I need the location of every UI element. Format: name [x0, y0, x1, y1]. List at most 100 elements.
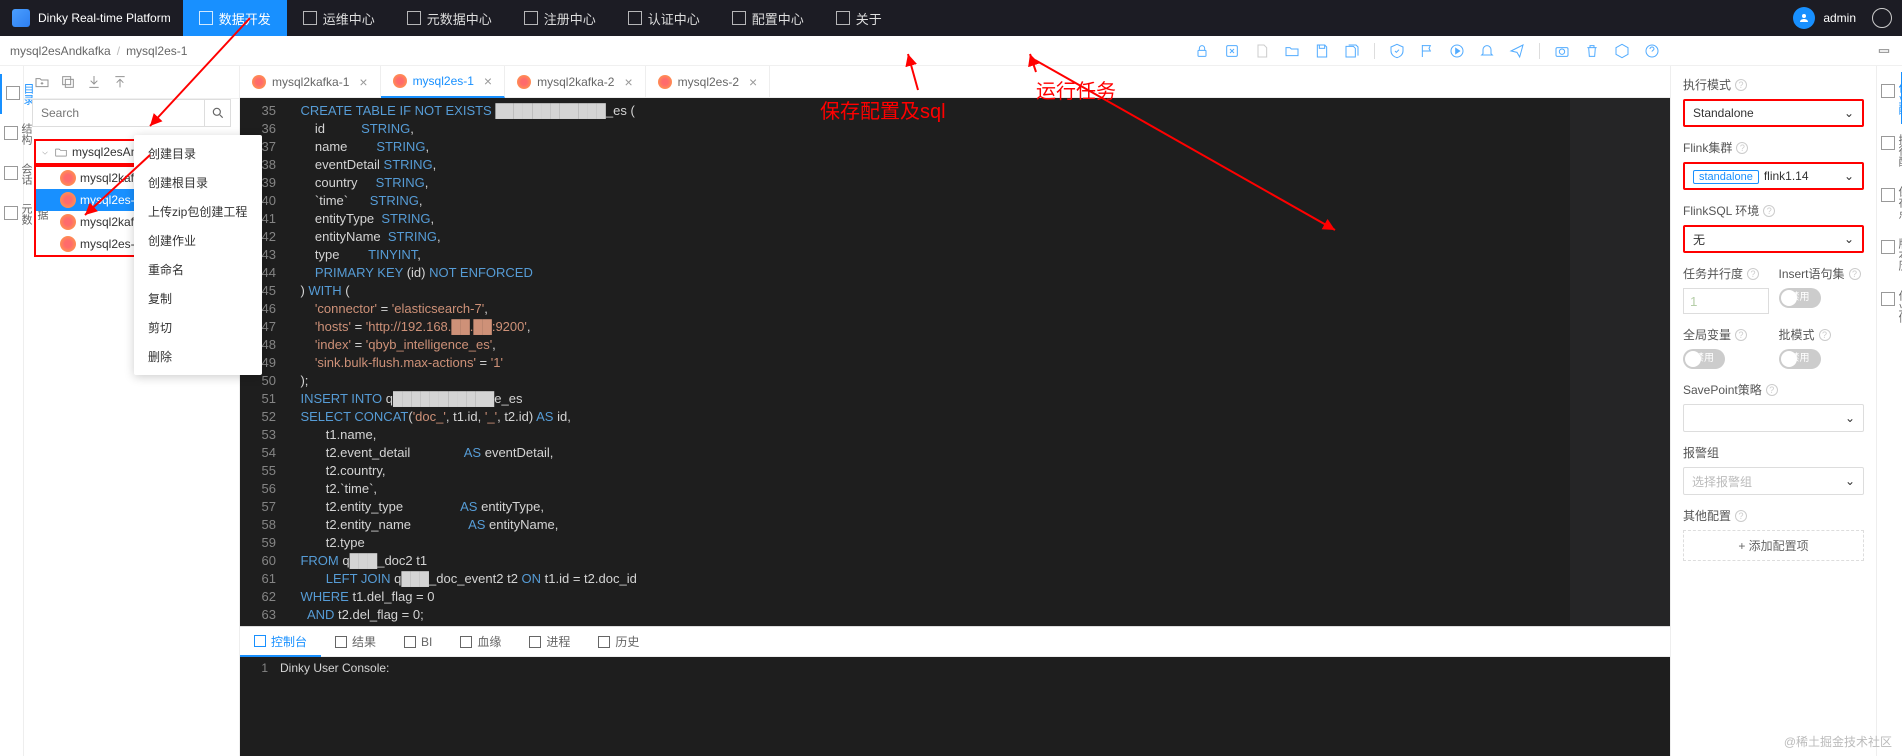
- nav-auth[interactable]: 认证中心: [612, 0, 716, 36]
- flag-icon[interactable]: [1419, 43, 1435, 59]
- right-panel: 执行模式? Standalone⌄ Flink集群? standalonefli…: [1670, 66, 1876, 756]
- rrail-version[interactable]: 版本历史: [1877, 228, 1902, 280]
- lock-icon[interactable]: [1194, 43, 1210, 59]
- help-icon[interactable]: ?: [1766, 384, 1778, 396]
- crumb-root[interactable]: mysql2esAndkafka: [10, 44, 111, 58]
- minimize-icon[interactable]: [1876, 43, 1892, 59]
- console-body[interactable]: 1Dinky User Console:: [240, 657, 1670, 756]
- help-icon[interactable]: ?: [1735, 329, 1747, 341]
- cluster-select[interactable]: standaloneflink1.14⌄: [1683, 162, 1864, 190]
- tab-mysql2es-2[interactable]: mysql2es-2×: [646, 66, 771, 97]
- rail-directory[interactable]: 目录: [0, 74, 24, 114]
- send-icon[interactable]: [1509, 43, 1525, 59]
- folder-open-icon[interactable]: [1284, 43, 1300, 59]
- tab-mysql2es-1[interactable]: mysql2es-1×: [381, 66, 506, 98]
- ctab-console[interactable]: 控制台: [240, 627, 321, 657]
- bell-icon[interactable]: [1479, 43, 1495, 59]
- grid-icon: [524, 11, 538, 25]
- check-icon[interactable]: [1389, 43, 1405, 59]
- main: 目录 结构 会话 元数据 mysql2esAndk mysql2kaf mysq…: [0, 66, 1902, 756]
- nav-registry[interactable]: 注册中心: [508, 0, 612, 36]
- nav-ops[interactable]: 运维中心: [287, 0, 391, 36]
- help-icon[interactable]: ?: [1819, 329, 1831, 341]
- env-select[interactable]: 无⌄: [1683, 225, 1864, 253]
- upload-icon[interactable]: [112, 74, 128, 90]
- code-area[interactable]: CREATE TABLE IF NOT EXISTS ████████████_…: [286, 98, 1570, 626]
- help-icon[interactable]: ?: [1736, 142, 1748, 154]
- help-icon[interactable]: ?: [1747, 268, 1759, 280]
- console-tabs: 控制台 结果 BI 血缘 进程 历史: [240, 627, 1670, 657]
- ctx-create-root[interactable]: 创建根目录: [134, 168, 262, 197]
- crumb-leaf[interactable]: mysql2es-1: [126, 44, 187, 58]
- ctx-create-dir[interactable]: 创建目录: [134, 139, 262, 168]
- rail-metadata[interactable]: 元数据: [0, 194, 24, 234]
- minimap[interactable]: [1570, 98, 1670, 626]
- save-all-icon[interactable]: [1344, 43, 1360, 59]
- session-icon: [4, 166, 18, 180]
- rrail-savepoint[interactable]: 保存点: [1877, 176, 1902, 228]
- help-icon[interactable]: ?: [1735, 510, 1747, 522]
- search-button[interactable]: [204, 99, 231, 127]
- exec-mode-select[interactable]: Standalone⌄: [1683, 99, 1864, 127]
- ctx-upload-zip[interactable]: 上传zip包创建工程: [134, 197, 262, 226]
- close-icon[interactable]: ×: [484, 73, 492, 89]
- rrail-exec-config[interactable]: 执行配置: [1877, 124, 1902, 176]
- table-icon: [335, 636, 347, 648]
- savepoint-select[interactable]: ⌄: [1683, 404, 1864, 432]
- clock-icon: [598, 636, 610, 648]
- camera-icon[interactable]: [1554, 43, 1570, 59]
- ctab-history[interactable]: 历史: [584, 627, 653, 657]
- insert-toggle[interactable]: 禁用: [1779, 288, 1821, 308]
- help-icon[interactable]: ?: [1849, 268, 1861, 280]
- ctx-create-job[interactable]: 创建作业: [134, 226, 262, 255]
- close-icon[interactable]: ×: [624, 74, 632, 90]
- task-icon: [60, 192, 76, 208]
- ctab-process[interactable]: 进程: [515, 627, 584, 657]
- sidebar: mysql2esAndk mysql2kaf mysql2es- mysql2k…: [24, 66, 240, 756]
- nav-about[interactable]: 关于: [820, 0, 898, 36]
- parallelism-input[interactable]: [1683, 288, 1769, 314]
- rrail-job-info[interactable]: 作业信息: [1877, 280, 1902, 332]
- new-folder-icon[interactable]: [34, 74, 50, 90]
- ctx-copy[interactable]: 复制: [134, 284, 262, 313]
- box-icon[interactable]: [1614, 43, 1630, 59]
- batch-toggle[interactable]: 禁用: [1779, 349, 1821, 369]
- ctab-lineage[interactable]: 血缘: [446, 627, 515, 657]
- trash-icon[interactable]: [1584, 43, 1600, 59]
- close-icon[interactable]: ×: [749, 74, 757, 90]
- close-icon[interactable]: ×: [359, 74, 367, 90]
- nav-config[interactable]: 配置中心: [716, 0, 820, 36]
- help-icon[interactable]: [1644, 43, 1660, 59]
- top-nav: Dinky Real-time Platform 数据开发 运维中心 元数据中心…: [0, 0, 1902, 36]
- help-icon[interactable]: ?: [1735, 79, 1747, 91]
- ctx-delete[interactable]: 删除: [134, 342, 262, 371]
- ctx-cut[interactable]: 剪切: [134, 313, 262, 342]
- global-toggle[interactable]: 禁用: [1683, 349, 1725, 369]
- rail-structure[interactable]: 结构: [0, 114, 24, 154]
- ctab-result[interactable]: 结果: [321, 627, 390, 657]
- code-editor[interactable]: 3536373839404142434445464748495051525354…: [240, 98, 1670, 626]
- help-icon[interactable]: ?: [1763, 205, 1775, 217]
- ctab-bi[interactable]: BI: [390, 627, 446, 657]
- globe-icon[interactable]: [1872, 8, 1892, 28]
- rail-session[interactable]: 会话: [0, 154, 24, 194]
- copy-icon[interactable]: [60, 74, 76, 90]
- add-config-button[interactable]: + 添加配置项: [1683, 530, 1864, 561]
- download-icon[interactable]: [86, 74, 102, 90]
- save-icon[interactable]: [1314, 43, 1330, 59]
- ctx-rename[interactable]: 重命名: [134, 255, 262, 284]
- monitor-icon: [199, 11, 213, 25]
- task-icon: [60, 170, 76, 186]
- user-area[interactable]: admin: [1777, 7, 1872, 29]
- nav-meta[interactable]: 元数据中心: [391, 0, 508, 36]
- tab-mysql2kafka-1[interactable]: mysql2kafka-1×: [240, 66, 381, 97]
- play-circle-icon[interactable]: [1449, 43, 1465, 59]
- file-icon[interactable]: [1254, 43, 1270, 59]
- close-square-icon[interactable]: [1224, 43, 1240, 59]
- nav-datadev[interactable]: 数据开发: [183, 0, 287, 36]
- rrail-job-config[interactable]: 作业配置: [1877, 72, 1902, 124]
- search-input[interactable]: [32, 99, 204, 127]
- alarm-select[interactable]: 选择报警组⌄: [1683, 467, 1864, 495]
- workspace: mysql2kafka-1× mysql2es-1× mysql2kafka-2…: [240, 66, 1670, 756]
- tab-mysql2kafka-2[interactable]: mysql2kafka-2×: [505, 66, 646, 97]
